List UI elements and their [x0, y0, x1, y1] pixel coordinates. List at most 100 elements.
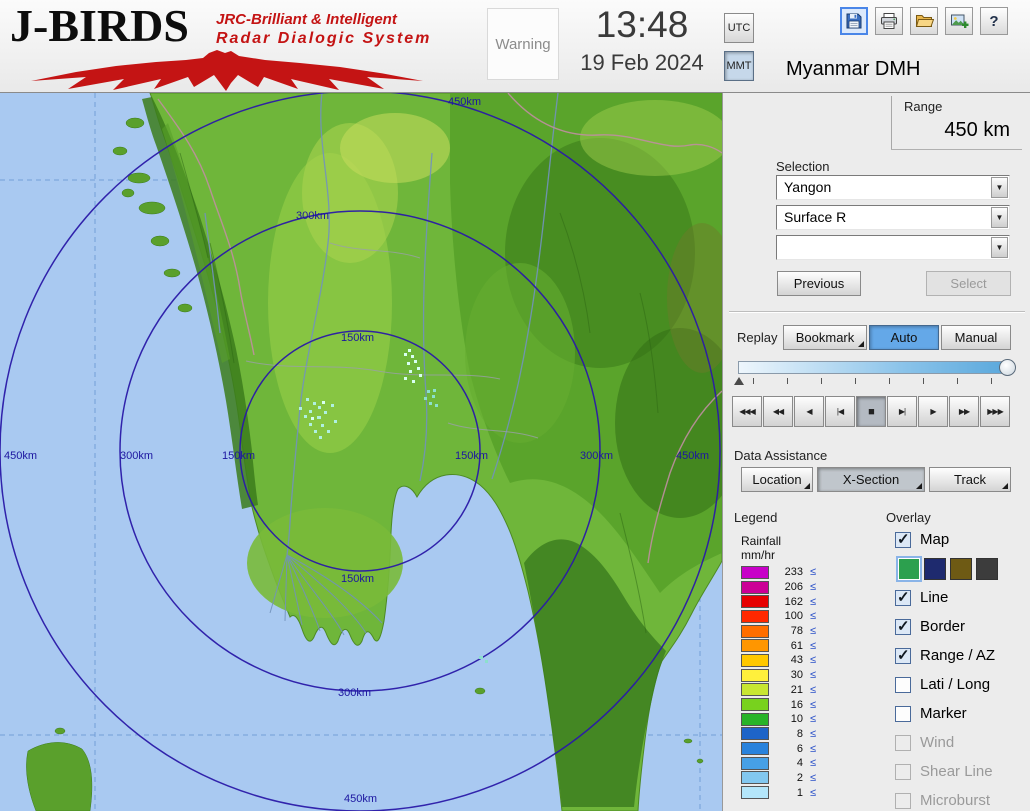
- option-dropdown[interactable]: ▼: [776, 235, 1010, 260]
- open-folder-button[interactable]: [910, 7, 938, 35]
- range-ring-label: 300km: [296, 210, 329, 222]
- range-label: Range: [904, 99, 942, 114]
- timeline-handle[interactable]: [999, 359, 1016, 376]
- legend-lte-sign: ≤: [803, 610, 816, 622]
- border-checkbox[interactable]: [895, 619, 911, 635]
- range-ring-label: 450km: [676, 450, 709, 462]
- site-dropdown-arrow[interactable]: ▼: [991, 177, 1008, 198]
- microburst-checkbox: [895, 793, 911, 809]
- capture-button[interactable]: [945, 7, 973, 35]
- utc-button[interactable]: UTC: [724, 13, 754, 43]
- logo-subtitle-2: Radar Dialogic System: [216, 30, 431, 48]
- range-value: 450 km: [944, 119, 1010, 142]
- manual-mode-button[interactable]: Manual: [941, 325, 1011, 350]
- overlay-row-map: Map: [895, 525, 1029, 554]
- site-dropdown[interactable]: Yangon ▼: [776, 175, 1010, 200]
- legend-value: 162: [769, 596, 803, 608]
- data-assistance-label: Data Assistance: [734, 448, 827, 463]
- overlay-option-label: Lati / Long: [920, 676, 990, 693]
- jbirds-application: J-BIRDS JRC-Brilliant & Intelligent Rada…: [0, 0, 1030, 811]
- range-ring-label: 150km: [341, 573, 374, 585]
- overlay-row-range-az: Range / AZ: [895, 641, 1029, 670]
- map-color-navy[interactable]: [924, 558, 946, 580]
- replay-timeline[interactable]: [738, 361, 1009, 374]
- range-az-checkbox[interactable]: [895, 648, 911, 664]
- range-ring-label: 150km: [455, 450, 488, 462]
- legend-value: 43: [769, 654, 803, 666]
- step-back-button[interactable]: |◀: [825, 396, 855, 427]
- legend-color-swatch: [741, 566, 769, 579]
- printer-icon: [879, 11, 899, 31]
- overlay-option-label: Shear Line: [920, 763, 993, 780]
- print-button[interactable]: [875, 7, 903, 35]
- legend-row: 162≤: [741, 594, 816, 609]
- skip-to-start-button[interactable]: ◀◀◀: [732, 396, 762, 427]
- stop-button[interactable]: ■: [856, 396, 886, 427]
- warning-indicator: Warning: [487, 8, 559, 80]
- legend-value: 2: [769, 772, 803, 784]
- floppy-disk-icon: [844, 11, 864, 31]
- range-divider: [891, 96, 892, 149]
- play-forward-button[interactable]: ▶: [918, 396, 948, 427]
- replay-label: Replay: [737, 330, 777, 345]
- legend-row: 30≤: [741, 668, 816, 683]
- track-button[interactable]: Track: [929, 467, 1011, 492]
- legend-value: 16: [769, 699, 803, 711]
- legend-row: 206≤: [741, 580, 816, 595]
- map-color-olive[interactable]: [950, 558, 972, 580]
- legend-lte-sign: ≤: [803, 684, 816, 696]
- radar-map[interactable]: 450km 300km 150km 150km 300km 450km 450k…: [0, 93, 722, 811]
- track-button-label: Track: [954, 472, 986, 487]
- legend-color-swatch: [741, 727, 769, 740]
- station-name: Myanmar DMH: [786, 58, 920, 81]
- mmt-button[interactable]: MMT: [724, 51, 754, 81]
- timezone-switch: UTC MMT: [724, 13, 754, 89]
- legend-value: 6: [769, 743, 803, 755]
- legend-color-swatch: [741, 742, 769, 755]
- legend-row: 100≤: [741, 609, 816, 624]
- fast-forward-button[interactable]: ▶▶: [949, 396, 979, 427]
- legend-color-swatch: [741, 581, 769, 594]
- marker-checkbox[interactable]: [895, 706, 911, 722]
- step-forward-button[interactable]: ▶|: [887, 396, 917, 427]
- previous-button[interactable]: Previous: [777, 271, 861, 296]
- image-add-icon: [949, 11, 969, 31]
- xsection-button[interactable]: X-Section: [817, 467, 925, 492]
- save-button[interactable]: [840, 7, 868, 35]
- select-button[interactable]: Select: [926, 271, 1011, 296]
- map-checkbox[interactable]: [895, 532, 911, 548]
- option-dropdown-arrow[interactable]: ▼: [991, 237, 1008, 258]
- map-color-options: [895, 554, 1029, 583]
- range-ring-label: 300km: [580, 450, 613, 462]
- fast-rewind-button[interactable]: ◀◀: [763, 396, 793, 427]
- legend-row: 233≤: [741, 565, 816, 580]
- auto-mode-button[interactable]: Auto: [869, 325, 939, 350]
- map-color-gray[interactable]: [976, 558, 998, 580]
- overlay-row-microburst: Microburst: [895, 786, 1029, 811]
- overlay-row-line: Line: [895, 583, 1029, 612]
- legend-value: 206: [769, 581, 803, 593]
- lati-long-checkbox[interactable]: [895, 677, 911, 693]
- legend-color-swatch: [741, 757, 769, 770]
- legend-color-swatch: [741, 595, 769, 608]
- legend-row: 21≤: [741, 683, 816, 698]
- location-button[interactable]: Location: [741, 467, 813, 492]
- help-button[interactable]: ?: [980, 7, 1008, 35]
- question-mark-icon: ?: [989, 13, 998, 30]
- skip-to-end-button[interactable]: ▶▶▶: [980, 396, 1010, 427]
- overlay-row-border: Border: [895, 612, 1029, 641]
- legend-unit: Rainfall mm/hr: [741, 534, 781, 562]
- product-dropdown-arrow[interactable]: ▼: [991, 207, 1008, 228]
- legend-row: 6≤: [741, 741, 816, 756]
- legend-value: 8: [769, 728, 803, 740]
- legend-unit-line1: Rainfall: [741, 534, 781, 548]
- chevron-down-icon: ▼: [996, 213, 1004, 222]
- play-backward-button[interactable]: ◀: [794, 396, 824, 427]
- legend-color-swatch: [741, 698, 769, 711]
- header-bar: J-BIRDS JRC-Brilliant & Intelligent Rada…: [0, 0, 1030, 93]
- legend-color-swatch: [741, 669, 769, 682]
- bookmark-button[interactable]: Bookmark: [783, 325, 867, 350]
- line-checkbox[interactable]: [895, 590, 911, 606]
- map-color-green[interactable]: [898, 558, 920, 580]
- product-dropdown[interactable]: Surface R ▼: [776, 205, 1010, 230]
